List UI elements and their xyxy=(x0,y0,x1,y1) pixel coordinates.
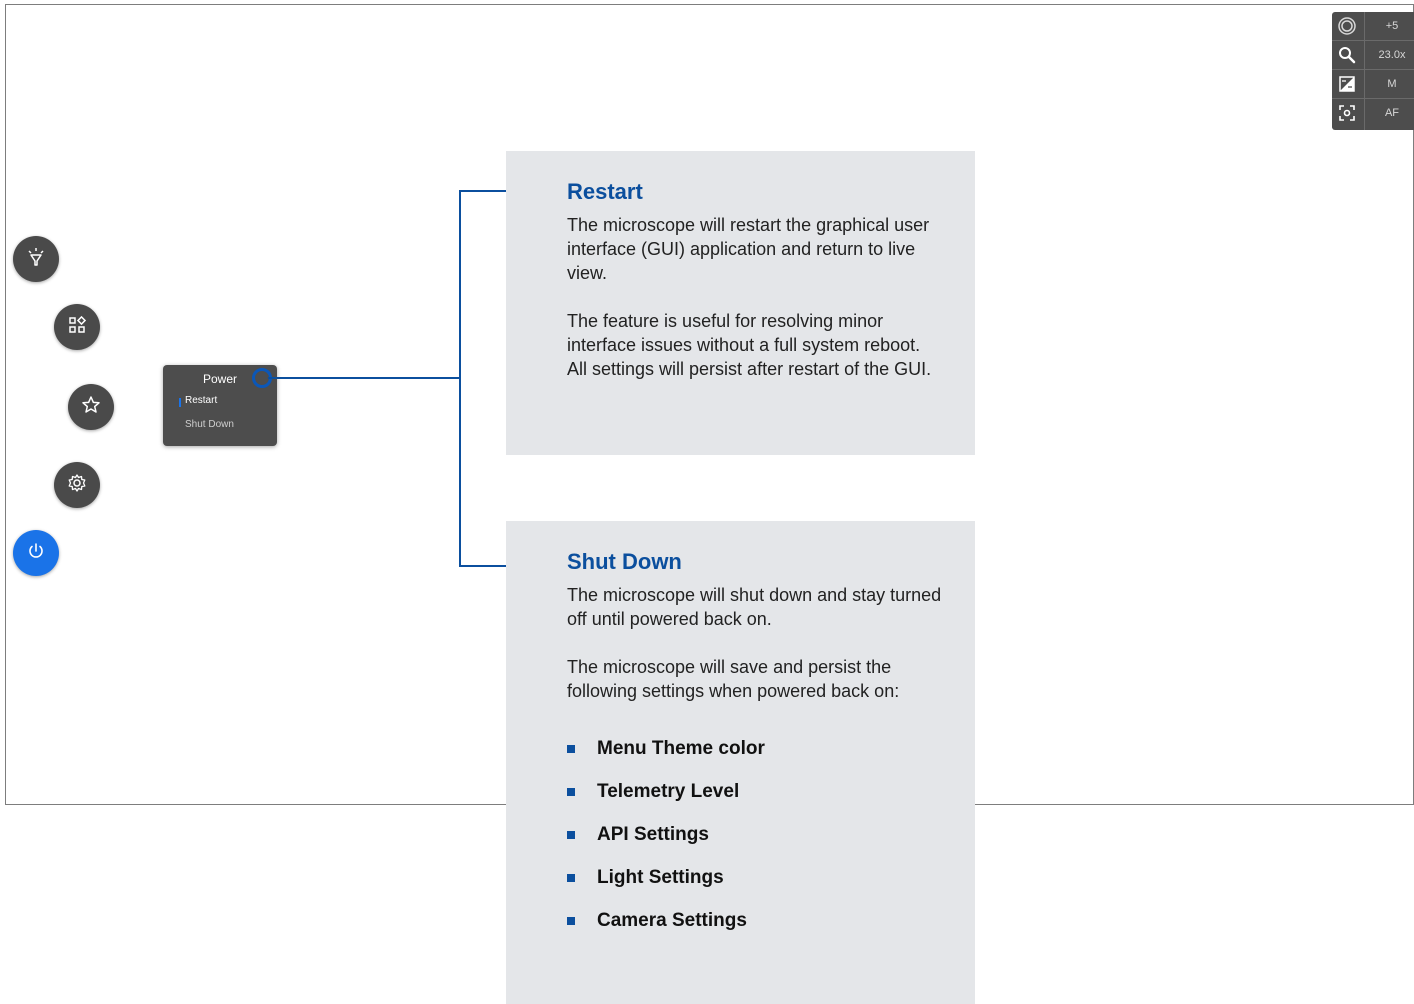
restart-info-text-1: The microscope will restart the graphica… xyxy=(567,215,930,283)
gear-icon xyxy=(67,473,87,498)
status-row-aperture[interactable]: +5 xyxy=(1332,12,1414,41)
favorites-button[interactable] xyxy=(68,384,114,430)
selection-marker xyxy=(179,398,181,407)
bullet-item: Menu Theme color xyxy=(567,737,765,761)
status-row-zoom[interactable]: 23.0x xyxy=(1332,41,1414,70)
exposure-icon xyxy=(1335,73,1359,95)
connector-vertical xyxy=(459,190,461,567)
status-row-exposure[interactable]: M xyxy=(1332,70,1414,99)
magnifier-icon xyxy=(1335,44,1359,66)
focus-icon xyxy=(1335,102,1359,124)
status-panel: +5 23.0x M AF xyxy=(1332,12,1414,130)
aperture-icon xyxy=(1335,15,1359,37)
exposure-value: M xyxy=(1387,78,1397,90)
bullet-text: Camera Settings xyxy=(597,910,747,931)
bullet-text: API Settings xyxy=(597,824,709,845)
restart-info-box: Restart The microscope will restart the … xyxy=(506,151,975,455)
restart-info-text-2: The feature is useful for resolving mino… xyxy=(567,311,932,379)
bullet-square xyxy=(567,788,575,796)
bullet-text: Menu Theme color xyxy=(597,738,765,759)
zoom-value: 23.0x xyxy=(1378,49,1406,61)
bullet-item: API Settings xyxy=(567,823,709,847)
bullet-square xyxy=(567,917,575,925)
star-icon xyxy=(81,395,101,420)
power-icon xyxy=(26,541,46,566)
apps-button[interactable] xyxy=(54,304,100,350)
bullet-item: Light Settings xyxy=(567,866,724,890)
bullet-square xyxy=(567,745,575,753)
shut-down-menu-item[interactable]: Shut Down xyxy=(185,419,234,430)
shutdown-info-box: Shut Down The microscope will shut down … xyxy=(506,521,975,1004)
bullet-square xyxy=(567,874,575,882)
status-row-focus[interactable]: AF xyxy=(1332,99,1414,128)
light-button[interactable] xyxy=(13,236,59,282)
restart-info-title: Restart xyxy=(567,179,643,204)
aperture-value: +5 xyxy=(1385,20,1399,32)
shutdown-info-text-1: The microscope will shut down and stay t… xyxy=(567,585,942,629)
bullet-square xyxy=(567,831,575,839)
power-button[interactable] xyxy=(13,530,59,576)
connector-horizontal xyxy=(268,377,461,379)
bullet-item: Camera Settings xyxy=(567,909,747,933)
bullet-text: Light Settings xyxy=(597,867,724,888)
bullet-text: Telemetry Level xyxy=(597,781,740,802)
lamp-icon xyxy=(26,247,46,272)
shutdown-info-text-2: The microscope will save and persist the… xyxy=(567,657,900,701)
settings-button[interactable] xyxy=(54,462,100,508)
bullet-item: Telemetry Level xyxy=(567,780,739,804)
restart-menu-item[interactable]: Restart xyxy=(185,395,217,406)
apps-icon xyxy=(67,315,87,340)
shutdown-info-title: Shut Down xyxy=(567,549,682,574)
focus-value: AF xyxy=(1384,107,1400,119)
